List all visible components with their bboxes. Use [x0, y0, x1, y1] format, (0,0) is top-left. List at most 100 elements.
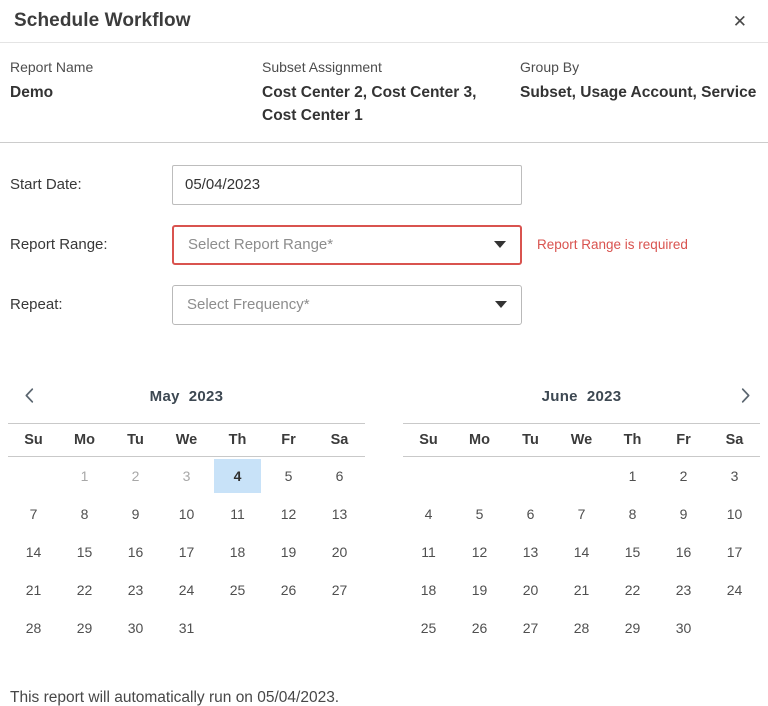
- weekday-label: Su: [403, 424, 454, 456]
- day-cell[interactable]: 19: [454, 571, 505, 609]
- dialog-header: Schedule Workflow ✕: [0, 0, 768, 43]
- day-cell[interactable]: 28: [8, 609, 59, 647]
- day-cell[interactable]: 8: [607, 495, 658, 533]
- close-icon[interactable]: ✕: [727, 9, 753, 34]
- day-cell[interactable]: 7: [8, 495, 59, 533]
- weekday-label: Th: [212, 424, 263, 456]
- chevron-down-icon: [495, 301, 507, 308]
- day-cell[interactable]: 15: [607, 533, 658, 571]
- day-cell[interactable]: 7: [556, 495, 607, 533]
- day-cell[interactable]: 25: [212, 571, 263, 609]
- day-cell[interactable]: 17: [161, 533, 212, 571]
- repeat-select[interactable]: Select Frequency*: [172, 285, 522, 325]
- day-cell[interactable]: 28: [556, 609, 607, 647]
- calendar-june-header: June 2023: [403, 371, 760, 424]
- subset-assignment-value: Cost Center 2, Cost Center 3, Cost Cente…: [262, 81, 500, 128]
- day-cell[interactable]: 22: [607, 571, 658, 609]
- day-cell[interactable]: 3: [709, 457, 760, 495]
- chevron-down-icon: [494, 241, 506, 248]
- repeat-row: Repeat: Select Frequency*: [10, 285, 758, 325]
- day-cell[interactable]: 10: [709, 495, 760, 533]
- day-cell[interactable]: 26: [263, 571, 314, 609]
- day-cell[interactable]: 8: [59, 495, 110, 533]
- weekday-row: SuMoTuWeThFrSa: [8, 424, 365, 457]
- day-grid: 1234567891011121314151617181920212223242…: [403, 457, 760, 647]
- day-cell[interactable]: 13: [505, 533, 556, 571]
- day-cell[interactable]: 17: [709, 533, 760, 571]
- year-label: 2023: [189, 388, 224, 405]
- report-range-label: Report Range:: [10, 236, 172, 253]
- day-cell[interactable]: 15: [59, 533, 110, 571]
- day-cell[interactable]: 1: [59, 457, 110, 495]
- day-cell[interactable]: 5: [454, 495, 505, 533]
- start-date-input[interactable]: [172, 165, 522, 205]
- day-cell[interactable]: 22: [59, 571, 110, 609]
- report-range-placeholder: Select Report Range*: [188, 236, 333, 253]
- day-cell[interactable]: 29: [59, 609, 110, 647]
- day-cell[interactable]: 27: [314, 571, 365, 609]
- day-cell[interactable]: 16: [110, 533, 161, 571]
- day-cell[interactable]: 26: [454, 609, 505, 647]
- day-cell[interactable]: 21: [8, 571, 59, 609]
- weekday-label: Th: [607, 424, 658, 456]
- weekday-label: Mo: [454, 424, 505, 456]
- day-cell[interactable]: 12: [263, 495, 314, 533]
- day-cell[interactable]: 20: [314, 533, 365, 571]
- day-cell[interactable]: 19: [263, 533, 314, 571]
- day-cell[interactable]: 20: [505, 571, 556, 609]
- day-cell[interactable]: 2: [658, 457, 709, 495]
- weekday-label: Tu: [505, 424, 556, 456]
- day-cell[interactable]: 14: [556, 533, 607, 571]
- day-cell[interactable]: 13: [314, 495, 365, 533]
- weekday-label: Su: [8, 424, 59, 456]
- day-cell[interactable]: 5: [263, 457, 314, 495]
- summary-subset-assignment: Subset Assignment Cost Center 2, Cost Ce…: [262, 59, 520, 128]
- day-cell[interactable]: 3: [161, 457, 212, 495]
- day-cell[interactable]: 29: [607, 609, 658, 647]
- day-cell-empty: [556, 457, 607, 495]
- month-name: May: [150, 388, 180, 405]
- day-cell[interactable]: 27: [505, 609, 556, 647]
- report-range-error: Report Range is required: [537, 237, 688, 252]
- day-cell[interactable]: 23: [658, 571, 709, 609]
- day-cell[interactable]: 18: [403, 571, 454, 609]
- weekday-label: Fr: [658, 424, 709, 456]
- day-cell-selected[interactable]: 4: [214, 459, 261, 493]
- day-cell-empty: [505, 457, 556, 495]
- calendar-panel: May 2023 SuMoTuWeThFrSa 1234567891011121…: [0, 345, 768, 647]
- day-cell[interactable]: 23: [110, 571, 161, 609]
- day-cell[interactable]: 16: [658, 533, 709, 571]
- day-cell[interactable]: 2: [110, 457, 161, 495]
- group-by-label: Group By: [520, 59, 758, 75]
- day-cell[interactable]: 31: [161, 609, 212, 647]
- day-cell[interactable]: 18: [212, 533, 263, 571]
- day-cell[interactable]: 24: [709, 571, 760, 609]
- day-cell[interactable]: 4: [403, 495, 454, 533]
- day-cell[interactable]: 9: [110, 495, 161, 533]
- next-month-icon[interactable]: [732, 383, 758, 409]
- calendar-may: May 2023 SuMoTuWeThFrSa 1234567891011121…: [8, 371, 365, 647]
- day-cell[interactable]: 1: [607, 457, 658, 495]
- day-grid: 1234567891011121314151617181920212223242…: [8, 457, 365, 647]
- day-cell[interactable]: 9: [658, 495, 709, 533]
- dialog-title: Schedule Workflow: [14, 10, 191, 32]
- prev-month-icon[interactable]: [16, 383, 42, 409]
- calendar-month-title: June 2023: [542, 388, 622, 405]
- day-cell[interactable]: 21: [556, 571, 607, 609]
- day-cell[interactable]: 25: [403, 609, 454, 647]
- day-cell[interactable]: 11: [403, 533, 454, 571]
- day-cell[interactable]: 24: [161, 571, 212, 609]
- weekday-row: SuMoTuWeThFrSa: [403, 424, 760, 457]
- day-cell[interactable]: 30: [110, 609, 161, 647]
- day-cell[interactable]: 11: [212, 495, 263, 533]
- day-cell-empty: [8, 457, 59, 495]
- report-range-select[interactable]: Select Report Range*: [172, 225, 522, 265]
- repeat-label: Repeat:: [10, 296, 172, 313]
- day-cell[interactable]: 6: [314, 457, 365, 495]
- day-cell[interactable]: 14: [8, 533, 59, 571]
- day-cell[interactable]: 10: [161, 495, 212, 533]
- day-cell[interactable]: 6: [505, 495, 556, 533]
- weekday-label: Tu: [110, 424, 161, 456]
- day-cell[interactable]: 30: [658, 609, 709, 647]
- day-cell[interactable]: 12: [454, 533, 505, 571]
